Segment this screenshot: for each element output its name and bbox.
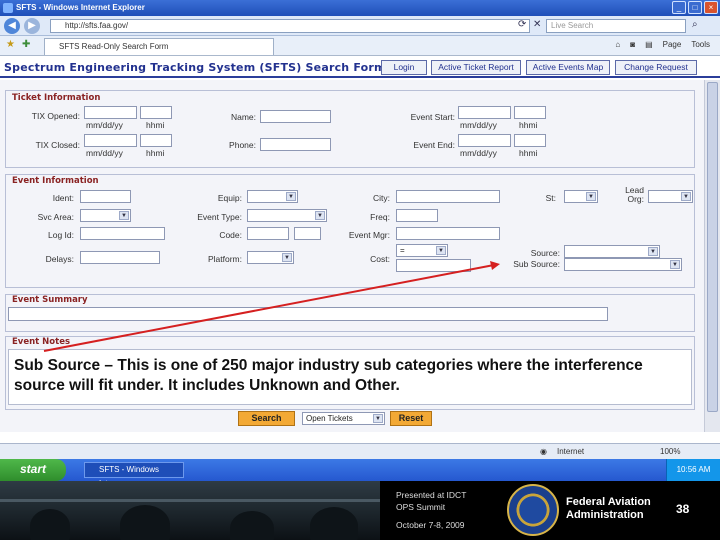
start-button[interactable]: start <box>0 459 66 481</box>
photo-figure <box>30 509 70 540</box>
internet-zone-icon: ◉ <box>540 447 547 456</box>
windows-taskbar: start SFTS - Windows Inter... 10:56 AM <box>0 459 720 488</box>
footer-presented: Presented at IDCT <box>396 490 467 500</box>
slide-page-number: 38 <box>676 502 690 516</box>
control-tower-photo <box>0 481 380 540</box>
footer-ops: OPS Summit <box>396 502 446 512</box>
faa-name-line1: Federal Aviation <box>566 496 651 508</box>
photo-figure <box>230 511 274 540</box>
system-clock: 10:56 AM <box>666 459 720 481</box>
photo-figure <box>120 505 170 540</box>
taskbar-item-sfts[interactable]: SFTS - Windows Inter... <box>84 462 184 488</box>
photo-figure <box>310 507 358 540</box>
faa-name-line2: Administration <box>566 509 644 521</box>
photo-window-rail <box>0 499 380 502</box>
browser-status-bar: ◉ Internet 100% <box>0 443 720 459</box>
status-zone: Internet <box>557 447 585 456</box>
arrow-line <box>43 264 495 352</box>
faa-seal-logo <box>507 484 559 536</box>
zoom-level[interactable]: 100% <box>660 447 680 456</box>
footer-date: October 7-8, 2009 <box>396 520 465 530</box>
arrow-head <box>490 261 500 270</box>
